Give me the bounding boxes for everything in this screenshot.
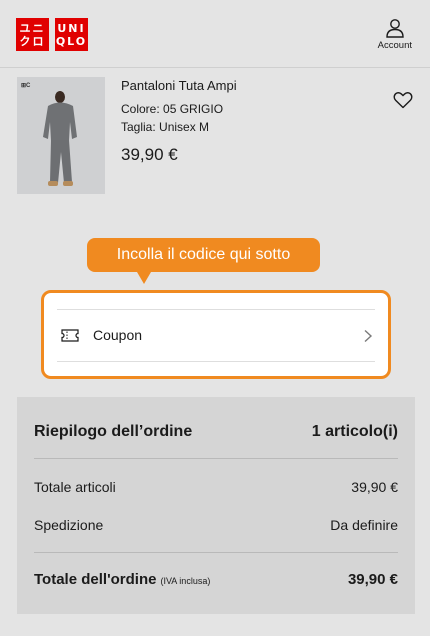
order-summary: Riepilogo dell’ordine 1 articolo(i) Tota… [17,397,415,614]
product-color: Colore: 05 GRIGIO [121,102,224,116]
header: ユニ クロ UNI QLO Account [0,0,430,68]
summary-title: Riepilogo dell’ordine [34,423,193,440]
product-name[interactable]: Pantaloni Tuta Ampi [121,78,237,93]
product-image-tag: ⊞C [21,83,31,89]
coupon-row[interactable]: Coupon [57,309,375,362]
account-button[interactable]: Account [378,18,412,51]
logo-top: UNI [57,21,86,35]
cart-product: ⊞C Pantaloni Tuta Ampi Colore: 05 GRIGIO… [17,77,417,197]
shipping-label: Spedizione [34,517,104,533]
chevron-right-icon [364,329,373,343]
logo-bottom: QLO [55,34,88,48]
logo-jp-bottom: クロ [19,34,46,48]
logo-en-block: UNI QLO [55,18,88,51]
model-figure [43,91,77,186]
order-total-label: Totale dell'ordine (IVA inclusa) [34,571,210,588]
vat-note: (IVA inclusa) [160,576,211,586]
paste-code-tooltip: Incolla il codice qui sotto [87,238,320,272]
product-size: Taglia: Unisex M [121,120,210,134]
ticket-icon [61,329,79,342]
tooltip-arrow [137,272,151,284]
coupon-label: Coupon [93,327,143,343]
items-total-label: Totale articoli [34,479,116,495]
account-label: Account [377,40,412,51]
product-price: 39,90 € [121,145,178,164]
summary-item-count: 1 articolo(i) [311,423,398,440]
items-total-value: 39,90 € [351,479,398,495]
logo-jp-block: ユニ クロ [16,18,49,51]
order-total-text: Totale dell'ordine [34,571,157,588]
heart-icon[interactable] [393,91,413,109]
summary-divider [34,552,398,553]
shipping-value: Da definire [330,517,398,533]
product-image[interactable]: ⊞C [17,77,105,194]
logo-jp-top: ユニ [19,21,46,35]
tooltip-text: Incolla il codice qui sotto [116,246,291,263]
uniqlo-logo[interactable]: ユニ クロ UNI QLO [16,18,88,51]
user-icon [386,19,404,38]
coupon-highlight-box: Coupon [41,290,391,379]
summary-divider [34,458,398,459]
order-total-value: 39,90 € [347,571,398,588]
